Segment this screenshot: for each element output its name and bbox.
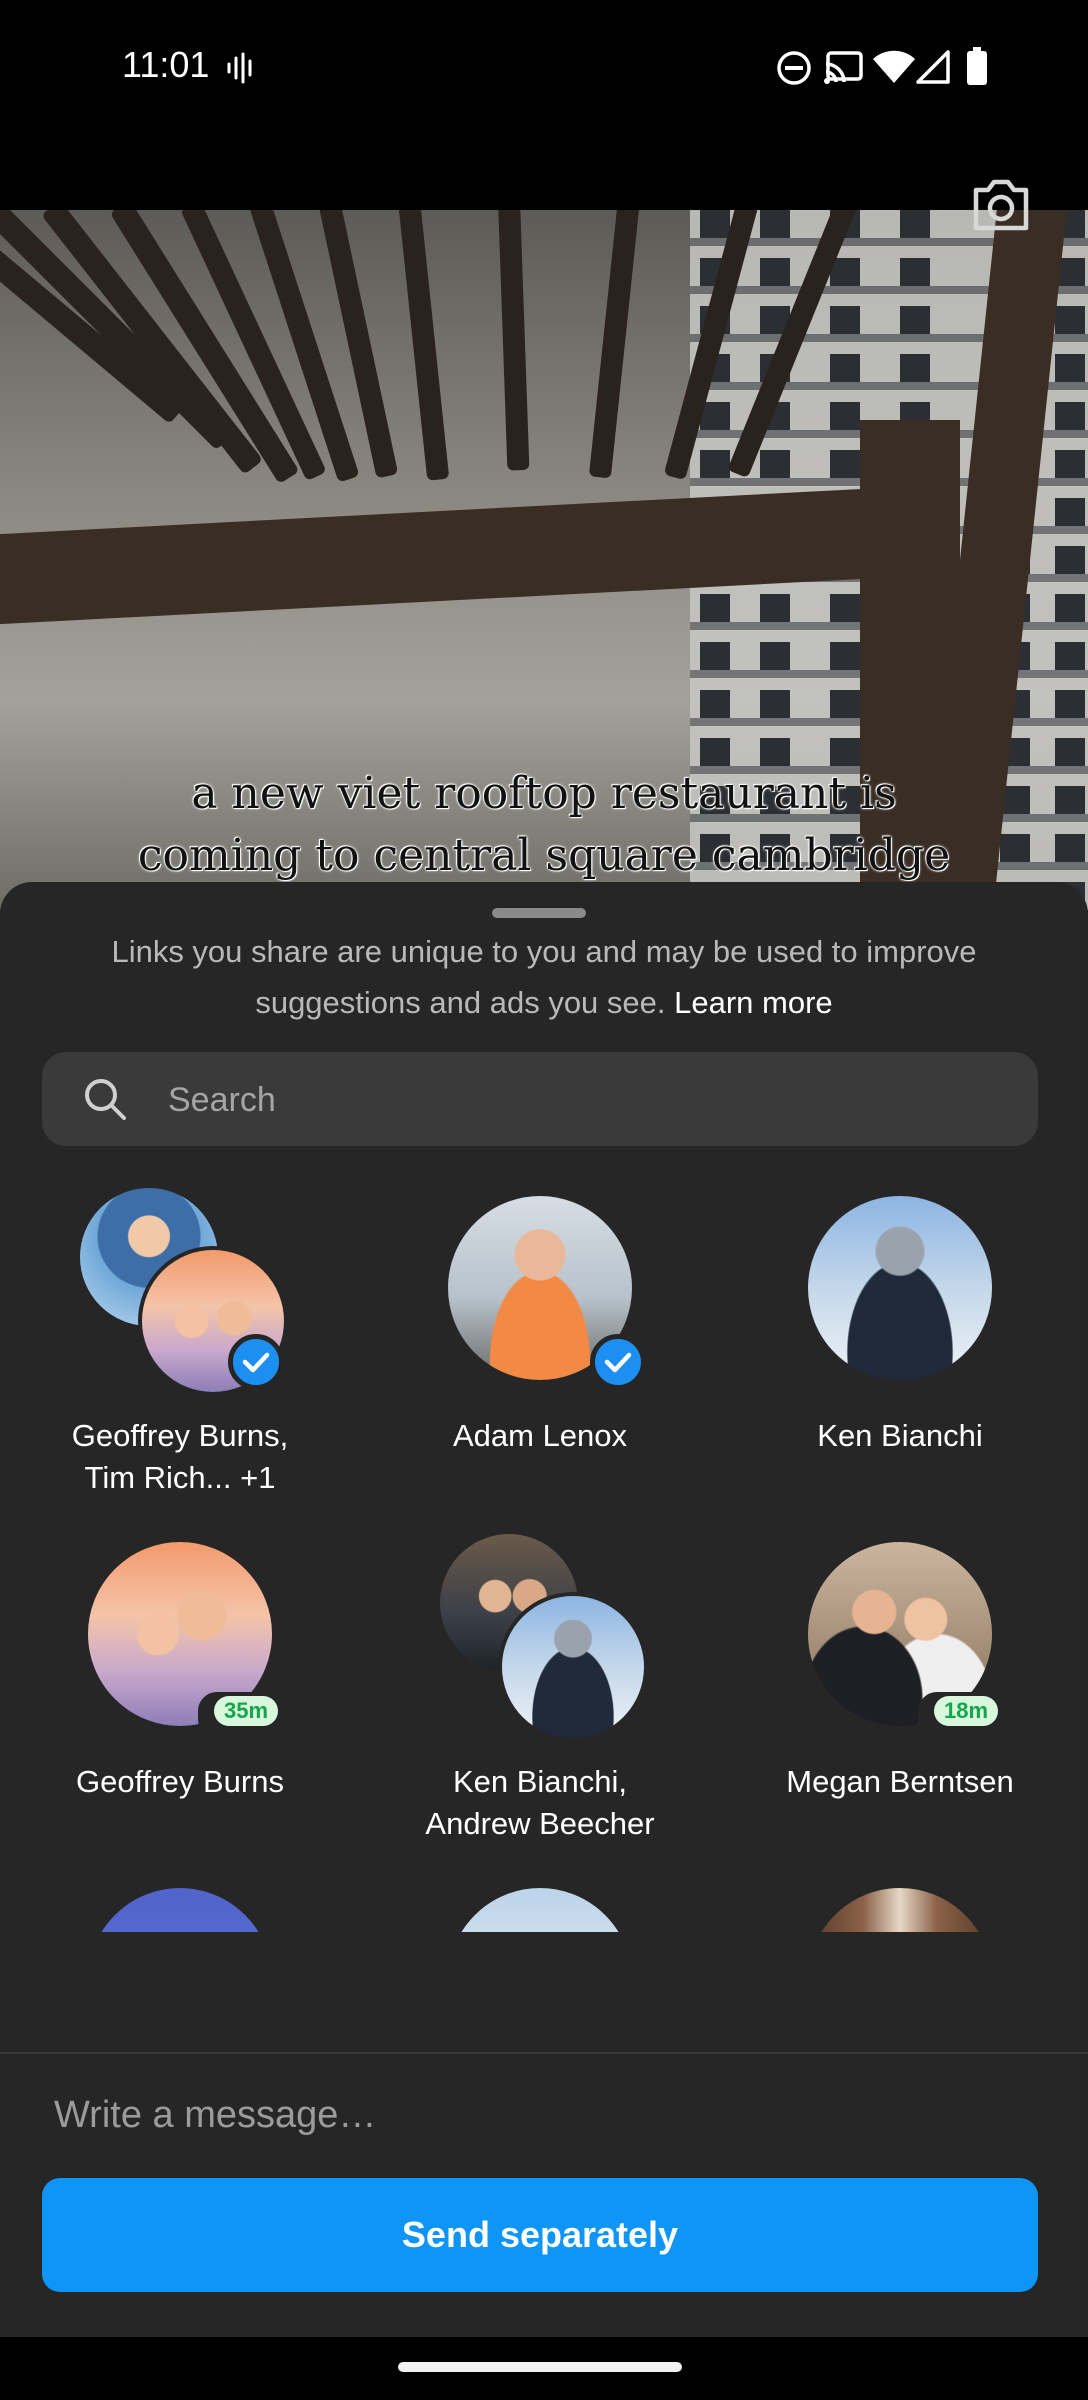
camera-icon[interactable]: [968, 172, 1034, 238]
avatar: [498, 1592, 648, 1742]
navigation-bar: [0, 2337, 1088, 2400]
drag-handle[interactable]: [492, 908, 586, 918]
privacy-notice-text: Links you share are unique to you and ma…: [111, 934, 977, 1020]
signal-icon: [916, 50, 950, 84]
send-separately-button[interactable]: Send separately: [42, 2178, 1038, 2292]
search-input[interactable]: [166, 1052, 1010, 1148]
search-bar[interactable]: [42, 1052, 1038, 1148]
do-not-disturb-icon: [777, 51, 811, 85]
recipient-name: Geoffrey Burns,: [71, 1418, 289, 1453]
caption-line-2: coming to central square cambridge: [137, 830, 951, 881]
learn-more-link[interactable]: Learn more: [674, 985, 833, 1020]
avatar: [804, 1192, 996, 1384]
privacy-notice: Links you share are unique to you and ma…: [60, 926, 1028, 1028]
recipient-name: Ken Bianchi: [817, 1418, 983, 1453]
status-time: 11:01: [122, 44, 210, 85]
avatar: [444, 1884, 636, 1932]
message-composer: Send separately: [0, 2052, 1088, 2337]
active-time-badge: 18m: [918, 1692, 1015, 1738]
share-sheet: Links you share are unique to you and ma…: [0, 882, 1088, 2337]
caption-line-1: a new viet rooftop restaurant is: [191, 768, 897, 819]
recipient-name: Adam Lenox: [452, 1418, 628, 1453]
avatar: [84, 1884, 276, 1932]
wifi-icon: [873, 50, 915, 83]
selected-check-icon: [590, 1334, 646, 1390]
message-input[interactable]: [52, 2084, 1036, 2146]
selected-check-icon: [228, 1334, 284, 1390]
recipient-name-line2: Tim Rich... +1: [84, 1460, 276, 1495]
cast-icon: [824, 51, 863, 84]
recipient-name: Geoffrey Burns: [76, 1764, 284, 1799]
search-icon: [85, 1079, 126, 1120]
recipient-name: Ken Bianchi,: [452, 1764, 628, 1799]
avatar: [804, 1884, 996, 1932]
voice-wave-icon: [227, 52, 252, 84]
status-bar: 11:01: [0, 0, 1088, 135]
recipient-name-line2: Andrew Beecher: [425, 1806, 655, 1841]
active-time-badge: 35m: [198, 1692, 295, 1738]
home-indicator[interactable]: [398, 2362, 682, 2372]
recipient-name: Megan Berntsen: [786, 1764, 1014, 1799]
battery-icon: [967, 47, 987, 85]
post-preview-image: a new viet rooftop restaurant is coming …: [0, 210, 1088, 910]
recipient-grid[interactable]: Geoffrey Burns, Tim Rich... +1 Adam Leno…: [0, 1182, 1088, 1932]
